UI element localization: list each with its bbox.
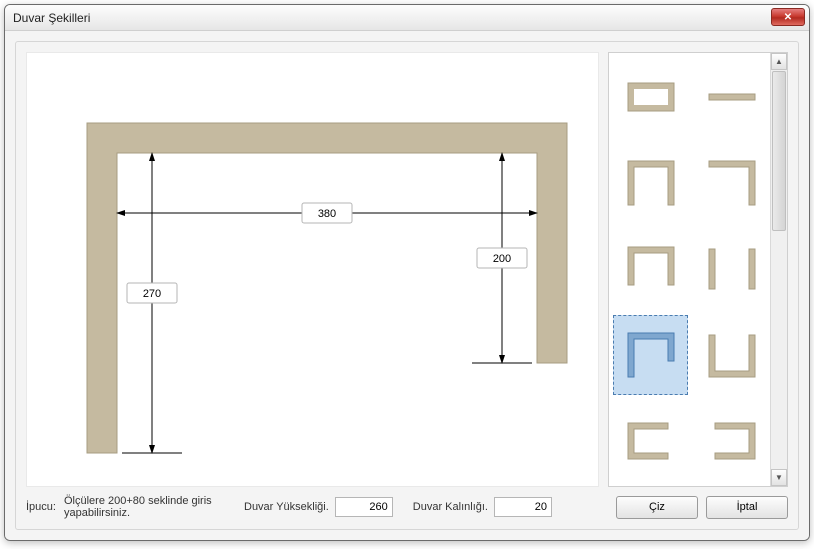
wall-thickness-label: Duvar Kalınlığı. [413,501,488,513]
dialog-window: Duvar Şekilleri ✕ [4,4,810,541]
draw-button[interactable]: Çiz [616,496,698,519]
shape-preview: 380 270 200 [26,52,599,487]
shape-open-bottom-narrow[interactable] [613,229,688,309]
shape-rectangle-closed[interactable] [613,57,688,137]
shape-left-right-bars[interactable] [694,229,769,309]
dim-right-value: 200 [493,253,511,265]
main-panel: 380 270 200 [15,41,799,530]
shape-corner-top-right[interactable] [694,143,769,223]
dim-left-value: 270 [143,288,161,300]
shape-u-shape[interactable] [694,315,769,395]
close-icon: ✕ [784,12,792,23]
close-button[interactable]: ✕ [771,8,805,26]
shapes-scrollbar[interactable]: ▲ ▼ [770,53,787,486]
shape-open-bottom-unequal[interactable] [613,315,688,395]
hint-label: İpucu: [26,501,64,513]
hint-text: Ölçülere 200+80 seklinde giris yapabilir… [64,495,224,519]
shape-c-open-right[interactable] [613,401,688,481]
wall-height-input[interactable] [335,497,393,517]
window-title: Duvar Şekilleri [13,11,90,25]
shape-open-bottom-wide[interactable] [613,143,688,223]
cancel-button[interactable]: İptal [706,496,788,519]
wall-thickness-input[interactable] [494,497,552,517]
scroll-thumb[interactable] [772,71,786,231]
dim-width-value: 380 [318,208,336,220]
shape-c-open-left[interactable] [694,401,769,481]
wall-height-label: Duvar Yüksekliği. [244,501,329,513]
shape-top-bar[interactable] [694,57,769,137]
shapes-palette: ▲ ▼ [608,52,788,487]
footer-row: İpucu: Ölçülere 200+80 seklinde giris ya… [26,493,788,521]
shapes-grid [613,57,769,482]
scroll-down-button[interactable]: ▼ [771,469,787,486]
titlebar: Duvar Şekilleri ✕ [5,5,809,31]
preview-svg: 380 270 200 [27,53,600,488]
scroll-up-button[interactable]: ▲ [771,53,787,70]
client-area: 380 270 200 [5,31,809,540]
